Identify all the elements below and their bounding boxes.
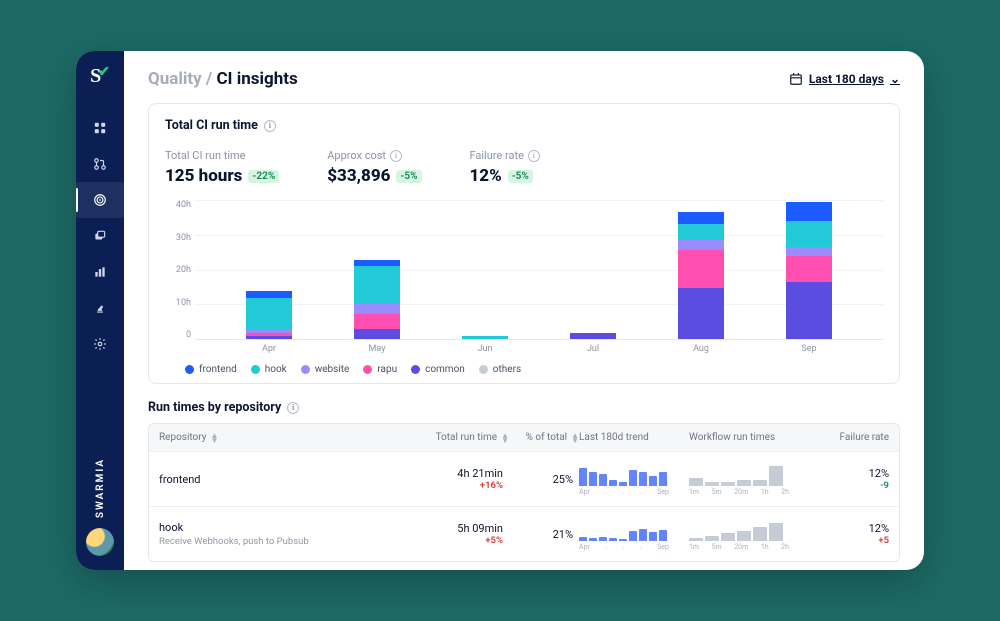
sidebar-item-insights[interactable] bbox=[76, 254, 124, 290]
main-content: Quality / CI insights Last 180 days ⌄ To… bbox=[124, 51, 924, 570]
logo: S✔ bbox=[90, 65, 110, 88]
copies-icon bbox=[93, 229, 107, 243]
info-icon[interactable]: i bbox=[528, 150, 540, 162]
sidebar-item-overview[interactable] bbox=[76, 110, 124, 146]
chart-legend: frontend hook website rapu common others bbox=[165, 364, 883, 375]
gear-icon bbox=[93, 337, 107, 351]
grid-icon bbox=[93, 121, 107, 135]
knight-icon bbox=[93, 301, 107, 315]
delta-badge: -22% bbox=[248, 170, 279, 183]
info-icon[interactable]: i bbox=[390, 150, 402, 162]
section-title-runtimes: Run times by repository i bbox=[148, 400, 900, 415]
chevron-down-icon: ⌄ bbox=[890, 72, 900, 86]
metric-failure: Failure rate i 12%-5% bbox=[470, 149, 540, 186]
repo-name: frontend bbox=[159, 473, 409, 486]
date-range-selector[interactable]: Last 180 days ⌄ bbox=[789, 72, 900, 86]
table-row[interactable]: frontend4h 21min+16%25%Apr...Sep1m5m20m1… bbox=[149, 451, 899, 506]
brand-label: SWARMIA bbox=[95, 458, 106, 518]
app-window: S✔ SWARMIA Quality / CI bbox=[76, 51, 924, 570]
sidebar-item-copies[interactable] bbox=[76, 218, 124, 254]
delta-badge: -5% bbox=[508, 170, 533, 183]
delta-badge: -5% bbox=[396, 170, 421, 183]
bars-icon bbox=[93, 265, 107, 279]
sidebar-item-settings[interactable] bbox=[76, 326, 124, 362]
workflow-histogram bbox=[689, 462, 819, 486]
th-repository[interactable]: Repository▲▼ bbox=[159, 432, 409, 443]
total-ci-card: Total CI run time i Total CI run time 12… bbox=[148, 103, 900, 384]
sort-icon: ▲▼ bbox=[501, 433, 509, 443]
sidebar-item-pull-requests[interactable] bbox=[76, 146, 124, 182]
table-row[interactable]: hookReceive Webhooks, push to Pubsub5h 0… bbox=[149, 506, 899, 561]
sidebar-item-strategy[interactable] bbox=[76, 290, 124, 326]
stacked-bar-chart: 40h30h20h10h0 bbox=[165, 200, 883, 340]
workflow-histogram bbox=[689, 517, 819, 541]
sort-icon: ▲▼ bbox=[571, 433, 579, 443]
calendar-icon bbox=[789, 72, 803, 86]
info-icon[interactable]: i bbox=[287, 402, 299, 414]
th-trend: Last 180d trend bbox=[579, 432, 689, 443]
th-workflow: Workflow run times bbox=[689, 432, 819, 443]
th-total[interactable]: Total run time▲▼ bbox=[409, 432, 509, 443]
breadcrumb: Quality / CI insights bbox=[148, 69, 298, 89]
breadcrumb-current: CI insights bbox=[216, 69, 297, 89]
info-icon[interactable]: i bbox=[264, 120, 276, 132]
target-icon bbox=[93, 193, 107, 207]
trend-sparkline bbox=[579, 462, 689, 486]
logo-check-icon: ✔ bbox=[98, 64, 110, 81]
avatar[interactable] bbox=[86, 528, 114, 556]
sidebar: S✔ SWARMIA bbox=[76, 51, 124, 570]
repo-sub: Receive Webhooks, push to Pubsub bbox=[159, 536, 409, 547]
th-failure[interactable]: Failure rate bbox=[819, 432, 889, 443]
pull-request-icon bbox=[93, 157, 107, 171]
repo-name: hook bbox=[159, 521, 409, 534]
th-pct[interactable]: % of total▲▼ bbox=[509, 432, 579, 443]
sort-icon: ▲▼ bbox=[210, 433, 218, 443]
breadcrumb-parent[interactable]: Quality bbox=[148, 69, 202, 89]
repo-table: Repository▲▼ Total run time▲▼ % of total… bbox=[148, 423, 900, 562]
metric-runtime: Total CI run time 125 hours-22% bbox=[165, 149, 279, 186]
metric-cost: Approx cost i $33,896-5% bbox=[327, 149, 421, 186]
sidebar-item-quality[interactable] bbox=[76, 182, 124, 218]
trend-sparkline bbox=[579, 517, 689, 541]
card-title: Total CI run time i bbox=[165, 118, 883, 133]
